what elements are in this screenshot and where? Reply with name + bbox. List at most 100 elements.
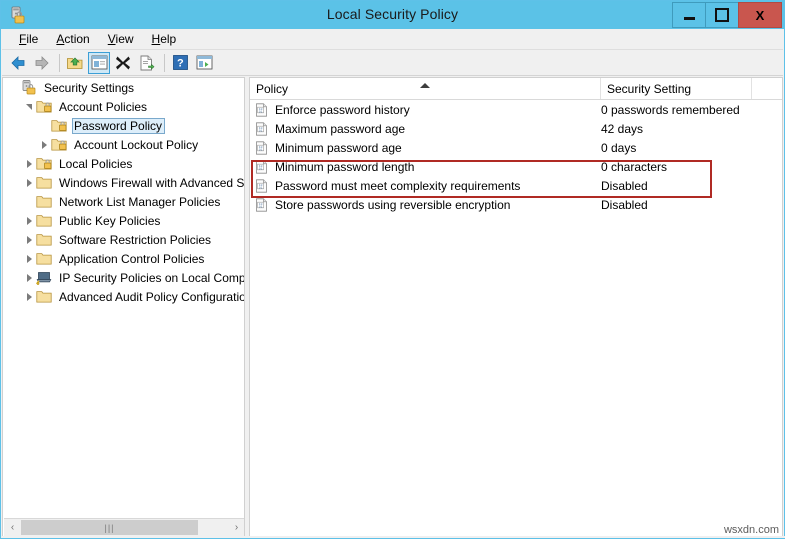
chevron-down-icon[interactable]: [22, 100, 36, 114]
column-header-policy-label: Policy: [256, 81, 289, 96]
tree-scroll-area[interactable]: Security Settings Account Policies Passwor…: [3, 78, 244, 518]
policy-item-icon: 10 01: [255, 197, 271, 212]
minimize-icon: [683, 16, 695, 20]
chevron-right-icon[interactable]: [22, 252, 36, 266]
list-header: Policy Security Setting: [250, 78, 782, 100]
tree-item-label: Password Policy: [72, 117, 166, 134]
back-button[interactable]: [7, 52, 29, 74]
tree-item-network-list-manager-policies[interactable]: Network List Manager Policies: [3, 192, 244, 211]
show-hide-tree-button[interactable]: [88, 51, 110, 74]
svg-text:01: 01: [259, 129, 263, 132]
up-folder-button[interactable]: [64, 52, 86, 74]
tree-item-label: Application Control Policies: [59, 251, 205, 266]
tree-item-advanced-audit-policy-configuration[interactable]: Advanced Audit Policy Configuration: [3, 287, 244, 306]
chevron-right-icon[interactable]: [22, 157, 36, 171]
delete-button[interactable]: [112, 52, 134, 74]
back-icon: [11, 55, 25, 70]
svg-text:01: 01: [259, 110, 263, 113]
list-row[interactable]: 10 01 Store passwords using reversible enc…: [250, 195, 782, 214]
scrollbar-thumb[interactable]: |||: [21, 520, 198, 535]
policy-folder-icon: [51, 137, 69, 153]
list-cell-policy-label: Enforce password history: [275, 102, 410, 117]
chevron-right-icon[interactable]: [22, 176, 36, 190]
maximize-button[interactable]: [705, 2, 738, 28]
menu-item-help[interactable]: Help: [143, 30, 186, 48]
scroll-left-button[interactable]: ‹: [4, 519, 21, 536]
list-cell-security-setting: 0 passwords remembered: [601, 102, 740, 117]
tree-item-application-control-policies[interactable]: Application Control Policies: [3, 249, 244, 268]
toolbar-separator-2: [164, 53, 165, 72]
tree-horizontal-scrollbar[interactable]: ‹ ||| ›: [4, 518, 244, 536]
svg-text:01: 01: [259, 148, 263, 151]
tree-item-account-policies[interactable]: Account Policies: [3, 97, 244, 116]
column-header-policy[interactable]: Policy: [250, 78, 601, 99]
list-cell-security-setting: Disabled: [601, 178, 648, 193]
policy-item-icon: 10 01: [255, 159, 271, 174]
list-cell-security-setting: 0 days: [601, 140, 637, 155]
tree-item-local-policies[interactable]: Local Policies: [3, 154, 244, 173]
list-row[interactable]: 10 01 Enforce password history 0 passwords …: [250, 100, 782, 119]
svg-text:01: 01: [259, 186, 263, 189]
list-row[interactable]: 10 01 Minimum password age 0 days: [250, 138, 782, 157]
chevron-right-icon[interactable]: [22, 290, 36, 304]
toolbar-separator: [59, 53, 60, 72]
chevron-right-icon[interactable]: [22, 233, 36, 247]
tree-item-ip-security-policies-on-local-compute[interactable]: IP Security Policies on Local Compute: [3, 268, 244, 287]
menu-item-file[interactable]: File: [10, 30, 47, 48]
show-hide-tree-icon: [91, 55, 107, 70]
tree-item-password-policy[interactable]: Password Policy: [3, 116, 244, 135]
delete-icon: [116, 56, 130, 69]
svg-text:01: 01: [259, 205, 263, 208]
chevron-right-icon[interactable]: [22, 271, 36, 285]
chevron-right-icon[interactable]: [22, 214, 36, 228]
tree-item-windows-firewall-with-advanced-secu[interactable]: Windows Firewall with Advanced Secu: [3, 173, 244, 192]
list-cell-policy: 10 01 Enforce password history: [255, 103, 601, 117]
local-security-policy-window: Local Security Policy X File Action View…: [0, 0, 785, 539]
properties-window-button[interactable]: [193, 52, 215, 74]
tree-item-software-restriction-policies[interactable]: Software Restriction Policies: [3, 230, 244, 249]
minimize-button[interactable]: [672, 2, 705, 28]
chevron-right-icon[interactable]: [37, 138, 51, 152]
policy-folder-icon: [36, 99, 54, 115]
column-header-security-setting[interactable]: Security Setting: [601, 78, 752, 99]
policy-item-icon: 10 01: [255, 121, 271, 136]
tree-item-account-lockout-policy[interactable]: Account Lockout Policy: [3, 135, 244, 154]
policy-folder-icon: [51, 118, 69, 134]
column-header-extra[interactable]: [752, 78, 782, 99]
tree-expander-placeholder: [22, 195, 36, 209]
title-bar: Local Security Policy X: [1, 1, 784, 29]
scrollbar-track[interactable]: |||: [21, 519, 228, 536]
scroll-right-button[interactable]: ›: [228, 519, 244, 536]
security-settings-icon: [21, 80, 39, 96]
menu-bar: File Action View Help: [2, 29, 783, 50]
policy-item-icon: 10 01: [255, 102, 271, 117]
window-controls: X: [672, 2, 782, 28]
close-button[interactable]: X: [738, 2, 782, 28]
list-row[interactable]: 10 01 Maximum password age 42 days: [250, 119, 782, 138]
tree-item-label: IP Security Policies on Local Compute: [59, 270, 244, 285]
help-button[interactable]: ?: [169, 52, 191, 74]
forward-button[interactable]: [31, 52, 53, 74]
tree-item-label: Account Lockout Policy: [74, 137, 199, 152]
tree-item-security-settings[interactable]: Security Settings: [3, 78, 244, 97]
list-cell-security-setting: 0 characters: [601, 159, 668, 174]
column-header-security-setting-label: Security Setting: [607, 81, 692, 96]
svg-text:?: ?: [177, 58, 184, 70]
list-cell-policy-label: Minimum password age: [275, 140, 402, 155]
ip-security-icon: [36, 270, 54, 286]
tree-item-public-key-policies[interactable]: Public Key Policies: [3, 211, 244, 230]
policy-list-panel: Policy Security Setting 10 01 Enforce pass…: [249, 77, 783, 538]
menu-item-view[interactable]: View: [99, 30, 143, 48]
tree-expander-placeholder: [7, 81, 21, 95]
forward-icon: [35, 55, 49, 70]
list-cell-policy-label: Password must meet complexity requiremen…: [275, 178, 521, 193]
list-row[interactable]: 10 01 Minimum password length 0 characters: [250, 157, 782, 176]
list-row[interactable]: 10 01 Password must meet complexity requir…: [250, 176, 782, 195]
export-list-button[interactable]: [136, 52, 158, 74]
list-cell-policy-label: Store passwords using reversible encrypt…: [275, 197, 511, 212]
policy-item-icon: 10 01: [255, 178, 271, 193]
menu-item-action[interactable]: Action: [47, 30, 98, 48]
list-cell-policy: 10 01 Store passwords using reversible enc…: [255, 198, 601, 212]
tree-item-label: Public Key Policies: [59, 213, 161, 228]
export-list-icon: [140, 55, 155, 70]
